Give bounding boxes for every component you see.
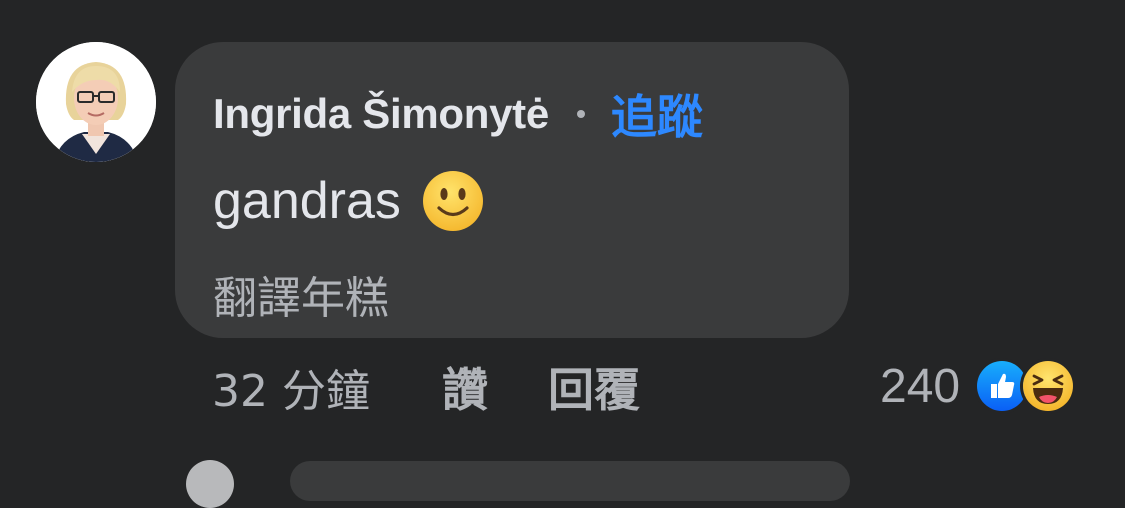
like-button[interactable]: 讚 [442, 356, 488, 418]
reactions-summary[interactable]: 240 [880, 354, 1077, 418]
comment-header: Ingrida Šimonytė 追蹤 [213, 86, 703, 144]
reaction-count: 240 [880, 359, 961, 413]
author-name[interactable]: Ingrida Šimonytė [213, 90, 549, 138]
comment-bubble: Ingrida Šimonytė 追蹤 gandras 翻譯年糕 [175, 42, 849, 338]
comment-timestamp[interactable]: 32 分鐘 [212, 356, 370, 418]
reply-button[interactable]: 回覆 [548, 356, 640, 418]
haha-icon [1020, 358, 1077, 414]
next-comment-bubble [290, 461, 850, 501]
comment-text: gandras [213, 172, 401, 230]
slightly-smiling-face-icon [421, 169, 485, 233]
timestamp-text: 32 分鐘 [212, 366, 370, 417]
comment-body: gandras [213, 168, 485, 234]
avatar[interactable] [36, 42, 156, 162]
reply-label: 回覆 [548, 363, 640, 417]
like-label: 讚 [442, 363, 488, 417]
follow-button[interactable]: 追蹤 [611, 81, 703, 147]
next-comment-avatar[interactable] [186, 460, 234, 508]
see-translation-link[interactable]: 翻譯年糕 [213, 262, 389, 326]
separator-dot [576, 110, 585, 118]
profile-photo [36, 42, 156, 162]
